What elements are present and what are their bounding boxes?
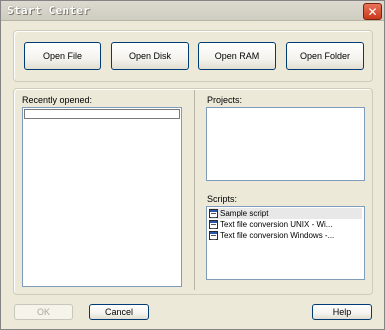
ok-label: OK — [36, 307, 50, 317]
script-icon — [209, 209, 218, 218]
script-icon — [209, 231, 218, 240]
title-bar[interactable]: Start Center ✕ — [1, 1, 384, 21]
recently-opened-list[interactable] — [22, 107, 182, 287]
window-title: Start Center — [7, 4, 91, 17]
open-folder-label: Open Folder — [299, 51, 351, 61]
cancel-button[interactable]: Cancel — [89, 304, 149, 320]
open-file-label: Open File — [42, 51, 83, 61]
panel-divider — [194, 90, 195, 290]
open-folder-button[interactable]: Open Folder — [286, 42, 364, 70]
script-item-label: Sample script — [220, 209, 269, 218]
projects-list[interactable] — [206, 107, 365, 181]
projects-label: Projects: — [207, 95, 243, 105]
script-item[interactable]: Text file conversion UNIX - Wi... — [209, 219, 362, 230]
cancel-label: Cancel — [104, 307, 133, 317]
recent-empty-row[interactable] — [24, 109, 180, 119]
help-button[interactable]: Help — [312, 304, 372, 320]
open-ram-button[interactable]: Open RAM — [198, 42, 276, 70]
help-label: Help — [332, 307, 352, 317]
open-ram-label: Open RAM — [214, 51, 260, 61]
ok-button[interactable]: OK — [14, 304, 73, 320]
open-disk-label: Open Disk — [128, 51, 172, 61]
scripts-list[interactable]: Sample script Text file conversion UNIX … — [206, 206, 365, 280]
scripts-label: Scripts: — [207, 194, 238, 204]
open-file-button[interactable]: Open File — [24, 42, 101, 70]
script-item[interactable]: Sample script — [209, 208, 362, 219]
close-button[interactable]: ✕ — [363, 3, 382, 20]
close-icon: ✕ — [367, 4, 378, 19]
recently-opened-label: Recently opened: — [22, 95, 93, 105]
script-item[interactable]: Text file conversion Windows -... — [209, 230, 362, 241]
script-icon — [209, 220, 218, 229]
start-center-dialog: Start Center ✕ Open File Open Disk Open … — [0, 0, 385, 330]
open-disk-button[interactable]: Open Disk — [111, 42, 189, 70]
script-item-label: Text file conversion Windows -... — [220, 231, 335, 240]
script-item-label: Text file conversion UNIX - Wi... — [220, 220, 333, 229]
